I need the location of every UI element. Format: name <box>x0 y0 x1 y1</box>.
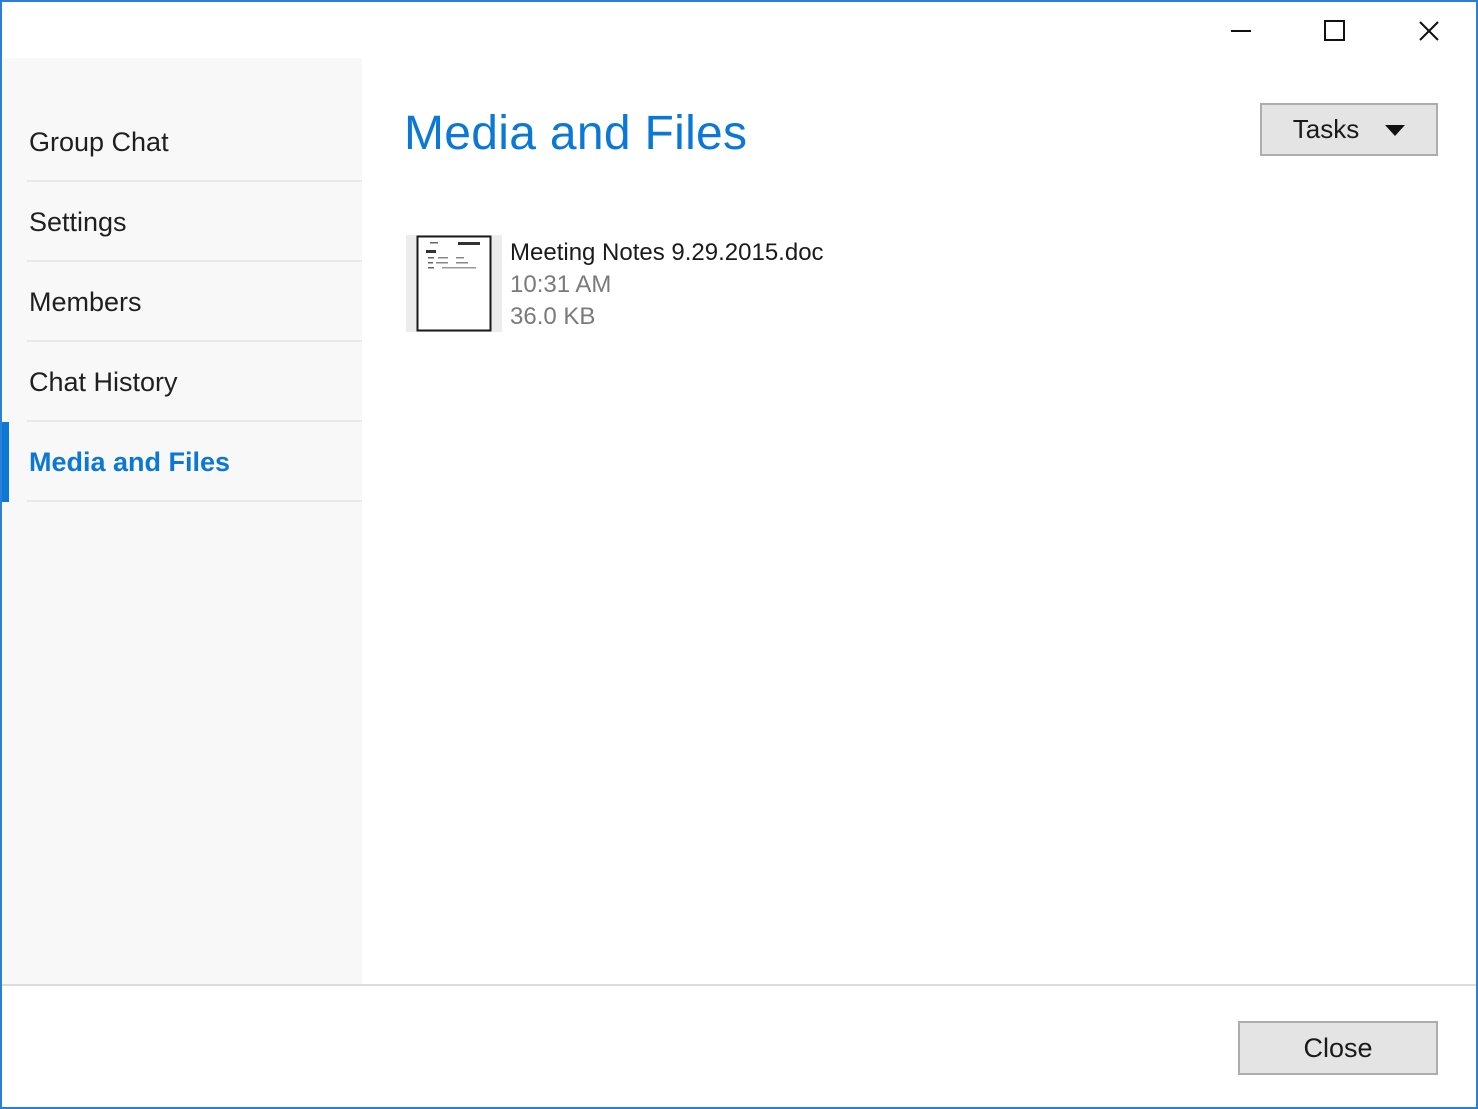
dialog-window: Group Chat Settings Members Chat History… <box>0 0 1478 1109</box>
caret-down-icon <box>1385 125 1406 136</box>
close-button[interactable]: Close <box>1238 1021 1438 1075</box>
main-content: Media and Files Tasks Meeting Notes 9.29… <box>362 58 1476 984</box>
close-window-button[interactable] <box>1382 2 1476 60</box>
sidebar-item-label: Members <box>29 286 142 317</box>
minimize-icon <box>1231 30 1251 32</box>
sidebar-item-settings[interactable]: Settings <box>2 182 362 262</box>
sidebar-item-label: Media and Files <box>29 446 231 477</box>
sidebar: Group Chat Settings Members Chat History… <box>2 58 362 984</box>
maximize-icon <box>1324 20 1345 41</box>
file-name: Meeting Notes 9.29.2015.doc <box>510 239 824 266</box>
file-list-item[interactable]: Meeting Notes 9.29.2015.doc 10:31 AM 36.… <box>406 235 824 333</box>
file-size: 36.0 KB <box>510 303 596 330</box>
close-icon <box>1419 21 1439 41</box>
minimize-button[interactable] <box>1194 2 1288 60</box>
tasks-dropdown-button[interactable]: Tasks <box>1260 103 1438 156</box>
sidebar-item-group-chat[interactable]: Group Chat <box>2 102 362 182</box>
file-time: 10:31 AM <box>510 271 612 298</box>
selection-indicator <box>2 262 9 342</box>
page-title: Media and Files <box>404 107 748 160</box>
document-thumbnail-icon <box>406 235 502 332</box>
maximize-button[interactable] <box>1288 2 1382 60</box>
title-bar-controls <box>1194 2 1476 60</box>
file-meta: Meeting Notes 9.29.2015.doc 10:31 AM 36.… <box>510 235 824 333</box>
selection-indicator <box>2 422 9 502</box>
selection-indicator <box>2 182 9 262</box>
tasks-button-label: Tasks <box>1292 114 1360 144</box>
sidebar-item-media-and-files[interactable]: Media and Files <box>2 422 362 502</box>
sidebar-item-chat-history[interactable]: Chat History <box>2 342 362 422</box>
selection-indicator <box>2 102 9 182</box>
sidebar-item-label: Settings <box>29 206 127 237</box>
selection-indicator <box>2 342 9 422</box>
footer-divider <box>2 984 1476 986</box>
sidebar-item-label: Group Chat <box>29 126 169 157</box>
sidebar-nav: Group Chat Settings Members Chat History… <box>2 102 362 502</box>
sidebar-item-label: Chat History <box>29 366 178 397</box>
sidebar-item-members[interactable]: Members <box>2 262 362 342</box>
